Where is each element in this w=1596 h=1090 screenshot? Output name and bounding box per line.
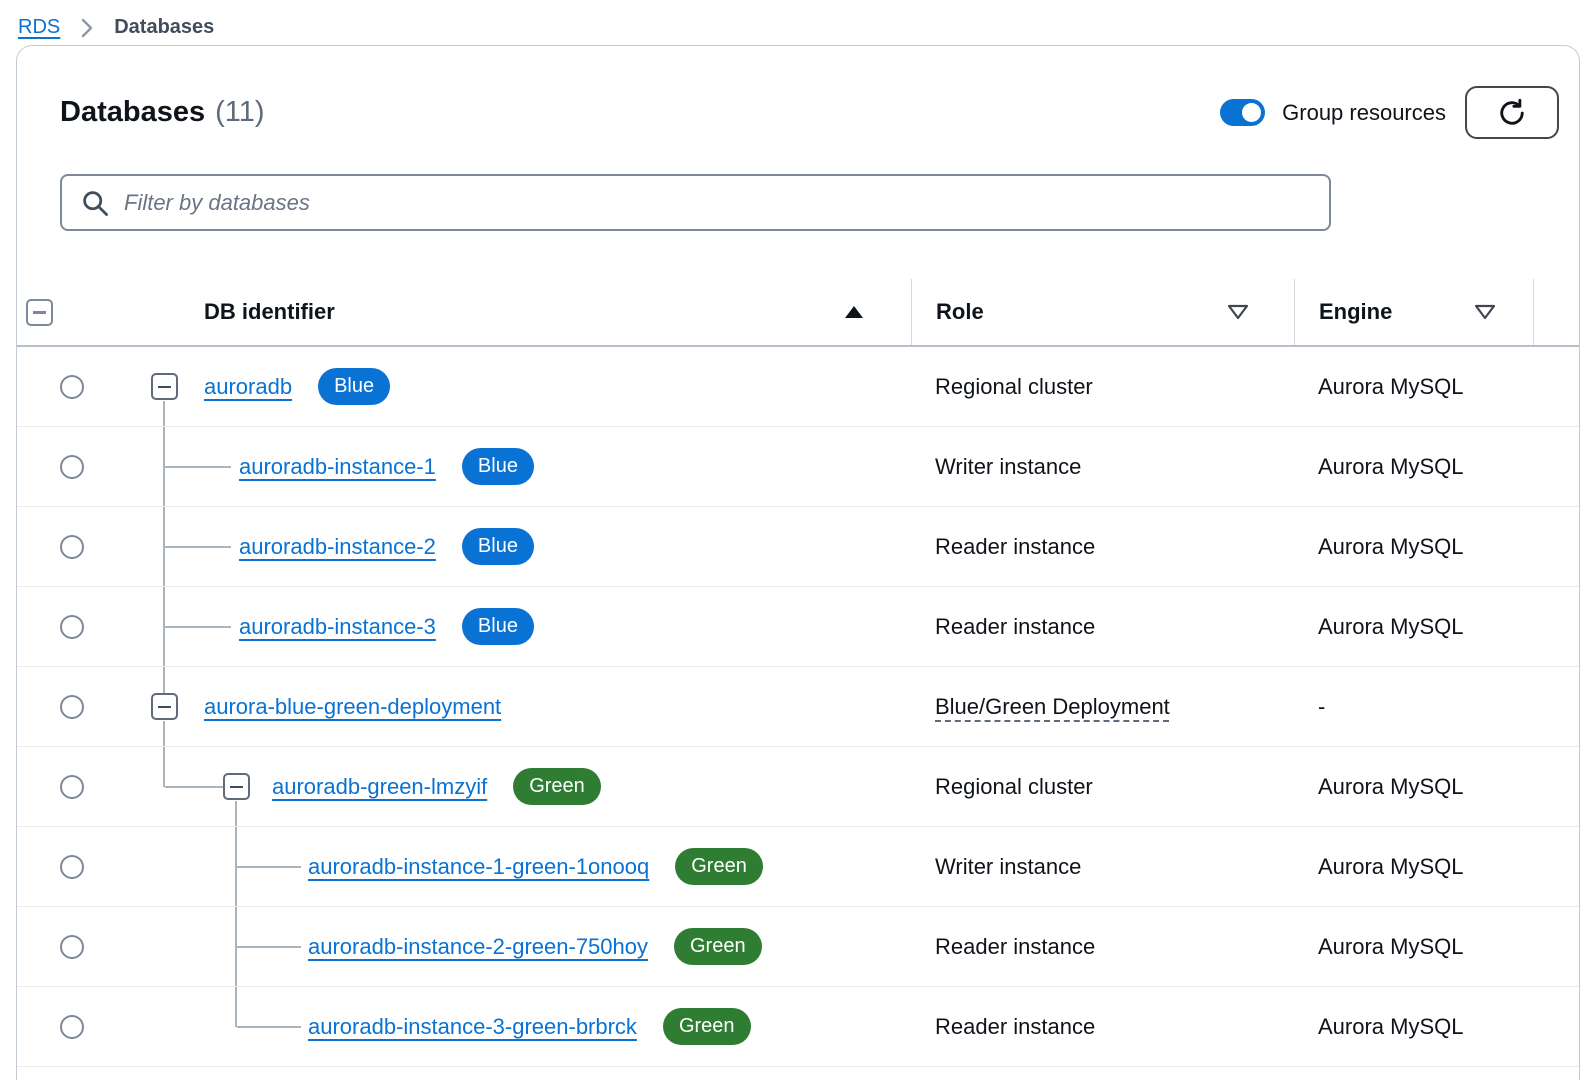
row-radio[interactable] bbox=[60, 535, 84, 559]
blue-badge: Blue bbox=[318, 368, 390, 405]
row-radio[interactable] bbox=[60, 1015, 84, 1039]
engine-cell: Aurora MySQL bbox=[1294, 854, 1533, 880]
collapse-toggle[interactable] bbox=[151, 373, 178, 400]
db-identifier-header-label: DB identifier bbox=[204, 299, 335, 325]
group-resources-label: Group resources bbox=[1282, 100, 1446, 126]
role-cell: Writer instance bbox=[911, 854, 1294, 880]
row-radio[interactable] bbox=[60, 775, 84, 799]
blue-badge: Blue bbox=[462, 448, 534, 485]
db-link[interactable]: auroradb-instance-3-green-brbrck bbox=[308, 1014, 637, 1040]
db-link[interactable]: auroradb-instance-1-green-1onooq bbox=[308, 854, 649, 880]
row-radio[interactable] bbox=[60, 615, 84, 639]
databases-panel: Databases (11) Group resources bbox=[16, 45, 1580, 1080]
page-title: Databases (11) bbox=[60, 96, 265, 129]
collapse-toggle[interactable] bbox=[151, 693, 178, 720]
row-radio[interactable] bbox=[60, 695, 84, 719]
table-row: auroradb-green-lmzyif Green Regional clu… bbox=[17, 747, 1579, 827]
databases-table: DB identifier Role Engine bbox=[17, 279, 1579, 1067]
row-radio[interactable] bbox=[60, 375, 84, 399]
row-radio[interactable] bbox=[60, 935, 84, 959]
page-title-text: Databases bbox=[60, 96, 205, 128]
table-header-spacer bbox=[1533, 279, 1579, 345]
db-link[interactable]: auroradb-instance-2 bbox=[239, 534, 436, 560]
table-row: auroradb-instance-1-green-1onooq Green W… bbox=[17, 827, 1579, 907]
table-row: auroradb Blue Regional cluster Aurora My… bbox=[17, 347, 1579, 427]
sort-ascending-icon bbox=[845, 306, 863, 318]
role-cell: Regional cluster bbox=[911, 374, 1294, 400]
db-link[interactable]: auroradb bbox=[204, 374, 292, 400]
green-badge: Green bbox=[675, 848, 763, 885]
role-header-label: Role bbox=[936, 299, 984, 325]
role-cell: Reader instance bbox=[911, 614, 1294, 640]
group-resources-toggle[interactable] bbox=[1220, 99, 1265, 126]
engine-cell: Aurora MySQL bbox=[1294, 934, 1533, 960]
breadcrumb-rds-link[interactable]: RDS bbox=[18, 16, 60, 39]
engine-cell: - bbox=[1294, 694, 1533, 720]
sortable-triangle-icon bbox=[1226, 303, 1250, 321]
db-link[interactable]: auroradb-green-lmzyif bbox=[272, 774, 487, 800]
filter-databases-input[interactable] bbox=[60, 174, 1331, 231]
green-badge: Green bbox=[513, 768, 601, 805]
toggle-knob bbox=[1242, 103, 1261, 122]
table-row: auroradb-instance-2 Blue Reader instance… bbox=[17, 507, 1579, 587]
engine-header-label: Engine bbox=[1319, 299, 1392, 325]
db-link[interactable]: aurora-blue-green-deployment bbox=[204, 694, 501, 720]
engine-cell: Aurora MySQL bbox=[1294, 774, 1533, 800]
blue-green-deployment-role-link[interactable]: Blue/Green Deployment bbox=[935, 694, 1170, 719]
column-header-engine[interactable]: Engine bbox=[1294, 279, 1533, 345]
blue-badge: Blue bbox=[462, 608, 534, 645]
table-row: auroradb-instance-3-green-brbrck Green R… bbox=[17, 987, 1579, 1067]
refresh-button[interactable] bbox=[1465, 86, 1559, 139]
column-header-role[interactable]: Role bbox=[911, 279, 1294, 345]
role-cell: Reader instance bbox=[911, 934, 1294, 960]
role-cell: Reader instance bbox=[911, 534, 1294, 560]
table-row: auroradb-instance-3 Blue Reader instance… bbox=[17, 587, 1579, 667]
sortable-triangle-icon bbox=[1473, 303, 1497, 321]
breadcrumb: RDS Databases bbox=[0, 0, 1596, 45]
breadcrumb-current: Databases bbox=[114, 16, 214, 39]
blue-badge: Blue bbox=[462, 528, 534, 565]
green-badge: Green bbox=[663, 1008, 751, 1045]
engine-cell: Aurora MySQL bbox=[1294, 534, 1533, 560]
green-badge: Green bbox=[674, 928, 762, 965]
table-header-row: DB identifier Role Engine bbox=[17, 279, 1579, 347]
column-header-db-identifier[interactable]: DB identifier bbox=[142, 279, 911, 345]
role-cell: Reader instance bbox=[911, 1014, 1294, 1040]
engine-cell: Aurora MySQL bbox=[1294, 454, 1533, 480]
row-radio[interactable] bbox=[60, 855, 84, 879]
role-cell: Writer instance bbox=[911, 454, 1294, 480]
engine-cell: Aurora MySQL bbox=[1294, 374, 1533, 400]
table-row: auroradb-instance-1 Blue Writer instance… bbox=[17, 427, 1579, 507]
collapse-toggle[interactable] bbox=[223, 773, 250, 800]
db-link[interactable]: auroradb-instance-3 bbox=[239, 614, 436, 640]
search-icon bbox=[80, 188, 110, 218]
databases-count: (11) bbox=[215, 96, 264, 128]
db-link[interactable]: auroradb-instance-1 bbox=[239, 454, 436, 480]
role-cell: Regional cluster bbox=[911, 774, 1294, 800]
db-link[interactable]: auroradb-instance-2-green-750hoy bbox=[308, 934, 648, 960]
select-all-checkbox[interactable] bbox=[26, 299, 53, 326]
engine-cell: Aurora MySQL bbox=[1294, 1014, 1533, 1040]
engine-cell: Aurora MySQL bbox=[1294, 614, 1533, 640]
chevron-right-icon bbox=[80, 17, 94, 39]
table-row: auroradb-instance-2-green-750hoy Green R… bbox=[17, 907, 1579, 987]
row-radio[interactable] bbox=[60, 455, 84, 479]
table-row: aurora-blue-green-deployment Blue/Green … bbox=[17, 667, 1579, 747]
refresh-icon bbox=[1497, 98, 1527, 128]
